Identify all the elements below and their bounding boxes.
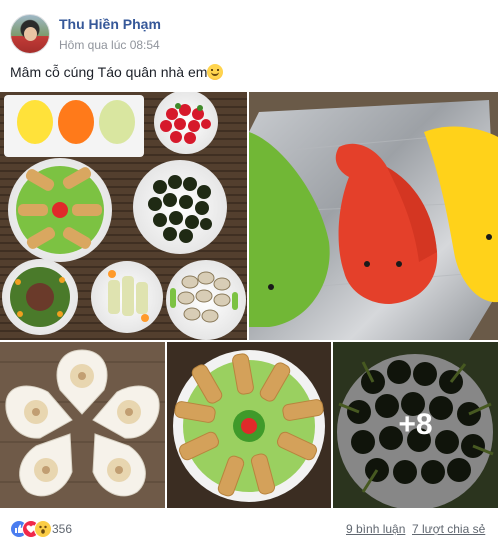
photo-5[interactable]: +8 (333, 342, 498, 508)
more-photos-count: +8 (398, 408, 433, 441)
post-timestamp[interactable]: Hôm qua lúc 08:54 (59, 38, 160, 52)
smile-icon (207, 64, 224, 80)
photo-2[interactable] (249, 92, 498, 340)
photo-2-image (249, 92, 498, 340)
photo-1-image (0, 92, 247, 340)
more-photos-overlay[interactable]: +8 (333, 342, 498, 508)
wow-icon (34, 520, 52, 538)
photo-1[interactable] (0, 92, 247, 340)
photo-grid: +8 (0, 92, 498, 508)
avatar-face (24, 27, 37, 41)
author-name[interactable]: Thu Hiền Phạm (59, 16, 161, 32)
comments-link[interactable]: 9 bình luận (346, 522, 405, 536)
post-header: Thu Hiền Phạm Hôm qua lúc 08:54 (0, 0, 498, 60)
post-card: Thu Hiền Phạm Hôm qua lúc 08:54 Mâm cỗ c… (0, 0, 498, 550)
photo-3-image (0, 342, 165, 508)
post-text-content: Mâm cỗ cúng Táo quân nhà em (10, 64, 208, 80)
reaction-count[interactable]: 356 (52, 522, 72, 536)
post-footer: 356 9 bình luận 7 lượt chia sẻ (0, 512, 498, 550)
photo-3[interactable] (0, 342, 165, 508)
photo-4[interactable] (167, 342, 331, 508)
post-text: Mâm cỗ cúng Táo quân nhà em (10, 64, 224, 80)
avatar[interactable] (10, 14, 50, 54)
photo-4-image (167, 342, 331, 508)
shares-link[interactable]: 7 lượt chia sẻ (412, 522, 485, 536)
